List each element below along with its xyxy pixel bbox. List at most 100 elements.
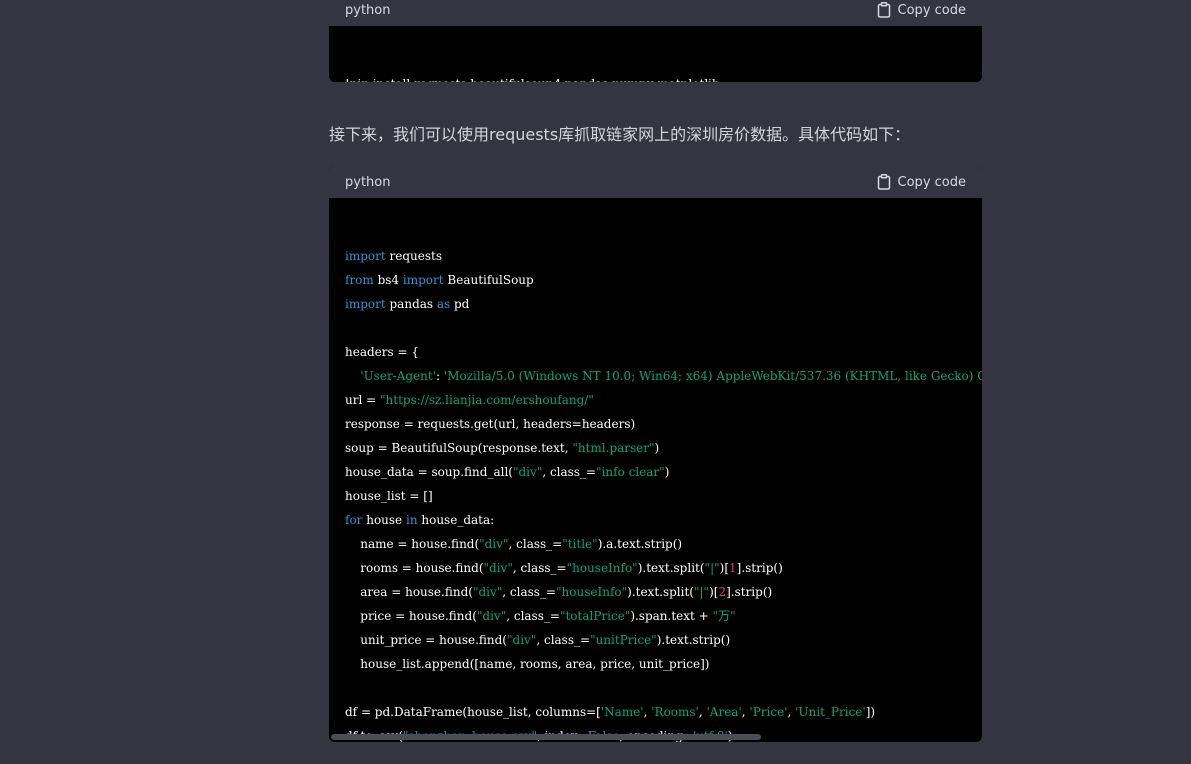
code-text: , (698, 705, 707, 719)
code-text: name = house.find( (345, 537, 480, 551)
code-content: import requests from bs4 import Beautiful… (329, 198, 982, 742)
code-string: 'Unit_Price' (795, 705, 866, 719)
code-string: 'Name' (600, 705, 644, 719)
code-keyword: import (345, 249, 386, 263)
code-content: !pip install requests beautifulsoup4 pan… (329, 26, 982, 82)
code-block-header: python Copy code (329, 0, 982, 26)
code-text: house_data: (417, 513, 495, 527)
code-line: house_list = [] (345, 484, 966, 508)
code-string: "totalPrice" (559, 609, 631, 623)
code-string: "info clear" (596, 465, 665, 479)
code-line: from bs4 import BeautifulSoup (345, 268, 966, 292)
code-text: , (787, 705, 796, 719)
code-text: requests (385, 249, 443, 263)
code-string: "div" (483, 561, 513, 575)
code-text: pandas (385, 297, 437, 311)
code-line: unit_price = house.find("div", class_="u… (345, 628, 966, 652)
code-text: ].strip() (726, 585, 773, 599)
code-line: import requests (345, 244, 966, 268)
code-number: 2 (718, 585, 727, 599)
code-keyword: as (436, 297, 451, 311)
code-line: 'User-Agent': 'Mozilla/5.0 (Windows NT 1… (345, 364, 982, 388)
code-line: response = requests.get(url, headers=hea… (345, 412, 966, 436)
code-string: 'User-Agent' (360, 369, 437, 383)
code-block-scraper: python Copy code import requests from bs4… (329, 166, 982, 742)
code-string: 'Mozilla/5.0 (Windows NT 10.0; Win64; x6… (443, 369, 982, 383)
code-string: "|" (704, 561, 720, 575)
code-string: "div" (512, 465, 543, 479)
code-text: , class_= (508, 537, 563, 551)
code-string: "https://sz.lianjia.com/ershoufang/" (380, 393, 594, 407)
code-text: unit_price = house.find( (345, 633, 507, 647)
code-block-header: python Copy code (329, 166, 982, 198)
code-text: ).text.split( (627, 585, 694, 599)
code-text: response = requests.get(url, headers=hea… (345, 417, 636, 431)
code-text: ) (664, 465, 670, 479)
code-string: "unitPrice" (590, 633, 657, 647)
copy-code-label: Copy code (897, 174, 966, 190)
code-keyword: in (405, 513, 418, 527)
code-line: import pandas as pd (345, 292, 966, 316)
code-string: "html.parser" (572, 441, 655, 455)
code-line: house_data = soup.find_all("div", class_… (345, 460, 966, 484)
code-line: !pip install requests beautifulsoup4 pan… (345, 72, 966, 82)
code-line: headers = { (345, 340, 966, 364)
code-line: price = house.find("div", class_="totalP… (345, 604, 966, 628)
code-string: 'Area' (706, 705, 742, 719)
code-text: BeautifulSoup (443, 273, 534, 287)
scrollbar-thumb[interactable] (331, 734, 761, 740)
code-text: ) (654, 441, 660, 455)
code-line: name = house.find("div", class_="title")… (345, 532, 966, 556)
code-keyword: import (345, 297, 386, 311)
code-text: bs4 (373, 273, 403, 287)
code-string: 'Price' (749, 705, 788, 719)
code-text: house (362, 513, 406, 527)
code-string: "div" (476, 609, 507, 623)
code-text: , class_= (536, 633, 591, 647)
clipboard-icon (877, 174, 891, 190)
code-keyword: import (402, 273, 444, 287)
code-text: df = pd.DataFrame(house_list, columns=[ (345, 705, 601, 719)
code-text: ).span.text + (630, 609, 713, 623)
code-text: , class_= (542, 465, 597, 479)
code-text: , class_= (506, 609, 560, 623)
code-string: "万" (712, 609, 736, 623)
code-language-label: python (345, 174, 391, 190)
copy-code-label: Copy code (897, 2, 966, 18)
code-string: "|" (693, 585, 710, 599)
code-number: 1 (729, 561, 737, 575)
code-line: house_list.append([name, rooms, area, pr… (345, 652, 966, 676)
copy-code-button[interactable]: Copy code (877, 2, 966, 18)
code-text: ]) (865, 705, 876, 719)
code-keyword: for (345, 513, 363, 527)
code-text: , class_= (512, 561, 567, 575)
code-text: rooms = house.find( (345, 561, 484, 575)
code-text: : (436, 369, 444, 383)
code-block-install: python Copy code !pip install requests b… (329, 0, 982, 82)
code-text: )[ (719, 561, 730, 575)
code-line: df = pd.DataFrame(house_list, columns=['… (345, 700, 966, 724)
code-line: url = "https://sz.lianjia.com/ershoufang… (345, 388, 966, 412)
code-text: house_list = [] (345, 489, 433, 503)
code-text: ).a.text.strip() (597, 537, 683, 551)
code-line: for house in house_data: (345, 508, 966, 532)
code-line: area = house.find("div", class_="houseIn… (345, 580, 966, 604)
code-string: "div" (479, 537, 509, 551)
code-string: "title" (562, 537, 598, 551)
copy-code-button[interactable]: Copy code (877, 174, 966, 190)
code-line: soup = BeautifulSoup(response.text, "htm… (345, 436, 966, 460)
code-string: "div" (507, 633, 537, 647)
code-text: ).text.strip() (656, 633, 731, 647)
code-string: "houseInfo" (556, 585, 628, 599)
horizontal-scrollbar[interactable] (329, 732, 982, 742)
code-text: headers = { (345, 345, 419, 359)
code-text: !pip install requests beautifulsoup4 pan… (345, 77, 720, 82)
code-line: rooms = house.find("div", class_="houseI… (345, 556, 966, 580)
code-string: "houseInfo" (566, 561, 638, 575)
code-text: soup = BeautifulSoup(response.text, (345, 441, 573, 455)
code-text: ).text.split( (637, 561, 705, 575)
clipboard-icon (877, 2, 891, 18)
